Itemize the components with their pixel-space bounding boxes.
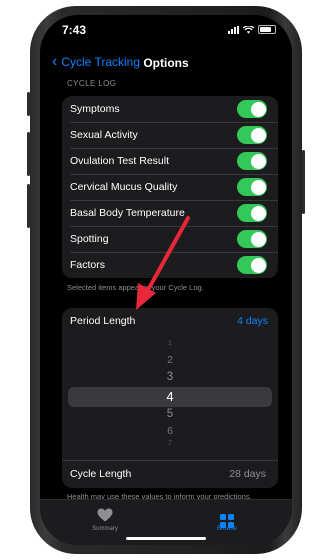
picker-option[interactable]: 6 [62, 425, 278, 437]
cycle-length-row[interactable]: Cycle Length 28 days [62, 460, 278, 487]
screen: 7:43 ‹ Cycle Tracking Options CYCLE LOG … [40, 15, 292, 545]
picker-option[interactable]: 5 [62, 408, 278, 420]
grid-icon [192, 508, 262, 528]
picker-option[interactable]: 2 [62, 354, 278, 366]
wifi-icon [243, 25, 254, 34]
list-item: Ovulation Test Result [62, 148, 278, 174]
period-length-label: Period Length [70, 315, 136, 327]
picker-option[interactable]: 1 [62, 340, 278, 347]
status-time: 7:43 [62, 23, 87, 37]
item-label: Sexual Activity [70, 129, 138, 141]
signal-icon [228, 25, 239, 34]
list-item: Symptoms [62, 96, 278, 122]
power-button [302, 150, 305, 214]
cycle-length-label: Cycle Length [70, 468, 132, 480]
status-icons [228, 25, 276, 34]
basal-temperature-toggle[interactable] [237, 204, 267, 222]
cervical-mucus-toggle[interactable] [237, 178, 267, 196]
picker-option[interactable]: 3 [62, 371, 278, 383]
battery-icon [258, 25, 276, 34]
item-label: Ovulation Test Result [70, 155, 170, 167]
home-indicator [126, 537, 206, 540]
list-item: Factors [62, 252, 278, 278]
notch [118, 15, 214, 35]
tab-summary[interactable]: Summary [70, 508, 140, 532]
list-item: Spotting [62, 226, 278, 252]
cycle-log-header: CYCLE LOG [67, 79, 117, 88]
page-title: Options [143, 56, 189, 70]
list-item: Sexual Activity [62, 122, 278, 148]
period-length-picker[interactable]: 1 2 3 4 5 6 7 [62, 338, 278, 456]
symptoms-toggle[interactable] [237, 100, 267, 118]
period-length-value: 4 days [237, 315, 268, 327]
period-length-row[interactable]: Period Length 4 days [62, 308, 278, 334]
item-label: Cervical Mucus Quality [70, 181, 178, 193]
tab-browse[interactable]: Browse [192, 508, 262, 532]
picker-selected-option[interactable]: 4 [62, 389, 278, 404]
period-settings: Period Length 4 days 1 2 3 4 5 6 7 Cycle… [62, 308, 278, 488]
sexual-activity-toggle[interactable] [237, 126, 267, 144]
heart-icon [70, 508, 140, 524]
picker-option[interactable]: 7 [62, 440, 278, 447]
item-label: Factors [70, 259, 106, 271]
ovulation-test-toggle[interactable] [237, 152, 267, 170]
list-item: Cervical Mucus Quality [62, 174, 278, 200]
list-item: Basal Body Temperature [62, 200, 278, 226]
item-label: Basal Body Temperature [70, 207, 185, 219]
nav-bar: ‹ Cycle Tracking Options [40, 51, 292, 77]
cycle-log-footnote: Selected items appear in your Cycle Log. [67, 283, 204, 292]
cycle-length-value: 28 days [229, 468, 266, 480]
volume-down-button [27, 184, 30, 228]
tab-label: Browse [216, 526, 237, 532]
item-label: Spotting [70, 233, 109, 245]
item-label: Symptoms [70, 103, 120, 115]
volume-up-button [27, 132, 30, 176]
cycle-log-list: Symptoms Sexual Activity Ovulation Test … [62, 96, 278, 278]
factors-toggle[interactable] [237, 256, 267, 274]
mute-switch [27, 92, 30, 116]
spotting-toggle[interactable] [237, 230, 267, 248]
tab-label: Summary [92, 526, 118, 532]
